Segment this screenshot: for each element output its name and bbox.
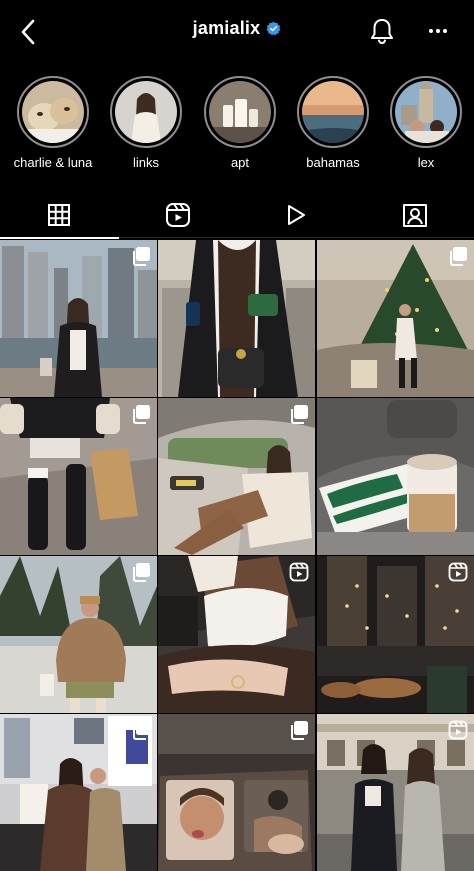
reel-icon (448, 720, 468, 740)
highlight-lex[interactable]: lex (380, 76, 472, 170)
carousel-icon (133, 721, 150, 740)
highlight-ring (110, 76, 182, 148)
bell-icon (371, 19, 393, 45)
carousel-icon (291, 721, 308, 740)
city-photo (395, 81, 457, 143)
more-options-button[interactable] (422, 15, 454, 47)
highlight-ring (390, 76, 462, 148)
carousel-icon (291, 405, 308, 424)
carousel-icon (133, 405, 150, 424)
carousel-icon (133, 563, 150, 582)
highlight-links[interactable]: links (100, 76, 192, 170)
verified-badge-icon (266, 21, 281, 36)
profile-title: jamialix (0, 18, 474, 39)
more-horizontal-icon (429, 29, 447, 33)
highlight-label: lex (417, 155, 435, 170)
post-tile[interactable] (317, 556, 474, 713)
story-highlights: charlie & luna links apt bahamas lex (0, 76, 474, 176)
beach-photo (302, 81, 364, 143)
highlight-apt[interactable]: apt (194, 76, 286, 170)
highlight-bahamas[interactable]: bahamas (287, 76, 379, 170)
play-icon (288, 205, 306, 225)
carousel-icon (133, 247, 150, 266)
post-tile[interactable] (158, 714, 315, 871)
grid-icon (48, 204, 71, 226)
highlight-ring (17, 76, 89, 148)
carousel-icon (450, 247, 467, 266)
reels-icon (165, 203, 190, 227)
highlight-ring (297, 76, 369, 148)
post-tile[interactable] (317, 398, 474, 555)
dogs-photo (22, 81, 84, 143)
highlight-charlie-luna[interactable]: charlie & luna (7, 76, 99, 170)
post-tile[interactable] (317, 240, 474, 397)
username-title: jamialix (192, 18, 261, 38)
highlight-label: apt (230, 155, 250, 170)
top-bar: jamialix (0, 0, 474, 64)
posts-grid (0, 240, 474, 871)
post-tile[interactable] (0, 714, 157, 871)
post-tile[interactable] (0, 556, 157, 713)
highlight-ring (204, 76, 276, 148)
reel-icon (289, 562, 309, 582)
post-tile[interactable] (158, 240, 315, 397)
post-tile[interactable] (0, 240, 157, 397)
profile-tabs (0, 192, 474, 239)
candles-photo (209, 81, 271, 143)
highlight-label: links (132, 155, 159, 170)
post-tile[interactable] (158, 398, 315, 555)
reel-icon (448, 562, 468, 582)
post-tile[interactable] (158, 556, 315, 713)
post-tile[interactable] (0, 398, 157, 555)
tab-videos[interactable] (237, 192, 356, 238)
tagged-icon (402, 204, 427, 227)
portrait-photo (115, 81, 177, 143)
post-tile[interactable] (317, 714, 474, 871)
tab-tagged[interactable] (356, 192, 474, 238)
notifications-button[interactable] (366, 15, 398, 47)
highlight-label: bahamas (306, 155, 360, 170)
tab-posts[interactable] (0, 192, 119, 239)
tab-reels[interactable] (119, 192, 238, 238)
highlight-label: charlie & luna (13, 155, 93, 170)
